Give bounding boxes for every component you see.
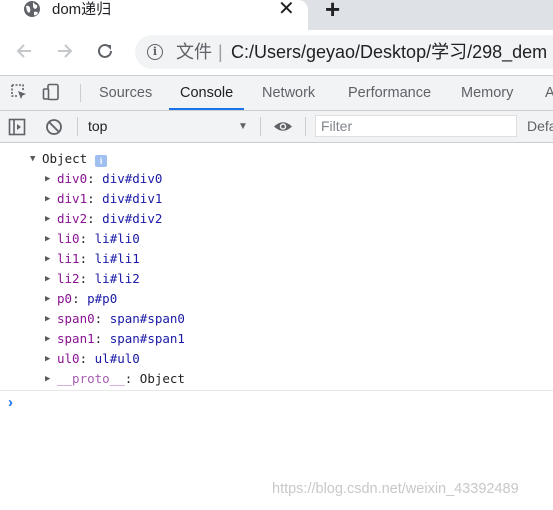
triangle-right-icon[interactable]: ▶ <box>45 229 50 249</box>
info-badge-icon[interactable]: i <box>95 155 108 167</box>
property-key: li1 <box>57 251 80 266</box>
property-value: li#li0 <box>94 231 140 246</box>
triangle-down-icon[interactable]: ▼ <box>30 149 35 169</box>
property-value: ul#ul0 <box>94 351 140 366</box>
tab-sources[interactable]: Sources <box>99 76 152 110</box>
property-row[interactable]: ▶ span1: span#span1 <box>45 329 185 349</box>
log-levels-dropdown[interactable]: Default <box>527 111 553 142</box>
tab-title: dom递归 <box>52 1 112 18</box>
info-icon[interactable]: i <box>147 44 163 60</box>
tab-performance[interactable]: Performance <box>348 76 431 110</box>
triangle-right-icon[interactable]: ▶ <box>45 369 50 389</box>
triangle-right-icon[interactable]: ▶ <box>45 209 50 229</box>
property-row[interactable]: ▶ ul0: ul#ul0 <box>45 349 140 369</box>
property-row[interactable]: ▶ div1: div#div1 <box>45 189 162 209</box>
property-key: p0 <box>57 291 73 306</box>
tab-memory[interactable]: Memory <box>461 76 513 110</box>
triangle-right-icon[interactable]: ▶ <box>45 289 50 309</box>
triangle-right-icon[interactable]: ▶ <box>45 349 50 369</box>
property-row[interactable]: ▶ div2: div#div2 <box>45 209 162 229</box>
sidebar-toggle-icon[interactable] <box>8 118 26 136</box>
chevron-down-icon[interactable]: ▼ <box>238 111 248 142</box>
inspect-element-icon[interactable] <box>10 83 28 101</box>
property-value: div#div0 <box>102 171 163 186</box>
devtools-divider <box>80 84 81 102</box>
triangle-right-icon[interactable]: ▶ <box>45 249 50 269</box>
property-value: span#span0 <box>109 311 185 326</box>
property-row[interactable]: ▶ li1: li#li1 <box>45 249 140 269</box>
browser-tab[interactable]: dom递归 ✕ <box>0 0 308 30</box>
property-key: div2 <box>57 211 88 226</box>
new-tab-button[interactable]: + <box>325 0 340 22</box>
prompt-divider <box>0 390 553 391</box>
object-header[interactable]: ▼ Object i <box>30 149 108 169</box>
proto-key: __proto__ <box>57 371 125 386</box>
property-key: div1 <box>57 191 88 206</box>
property-value: span#span1 <box>109 331 185 346</box>
proto-row[interactable]: ▶ __proto__: Object <box>45 369 185 389</box>
url-text[interactable]: C:/Users/geyao/Desktop/学习/298_dem <box>231 40 547 64</box>
object-label: Object <box>42 151 88 166</box>
property-value: div#div1 <box>102 191 163 206</box>
property-value: li#li1 <box>94 251 140 266</box>
property-key: li2 <box>57 271 80 286</box>
file-scheme-label: 文件 <box>176 42 212 62</box>
console-toolbar: top ▼ Default <box>0 111 553 143</box>
eye-icon[interactable] <box>273 120 293 133</box>
toolbar-divider <box>77 117 78 136</box>
tab-application[interactable]: A <box>545 76 553 110</box>
tab-console[interactable]: Console <box>169 76 245 110</box>
toolbar-divider <box>305 117 306 136</box>
property-key: span1 <box>57 331 95 346</box>
property-value: p#p0 <box>87 291 118 306</box>
forward-arrow-icon[interactable] <box>55 41 75 61</box>
browser-toolbar: i 文件 | C:/Users/geyao/Desktop/学习/298_dem <box>0 30 553 75</box>
omnibox-separator: | <box>218 42 223 62</box>
device-toolbar-icon[interactable] <box>42 83 60 101</box>
property-key: span0 <box>57 311 95 326</box>
property-row[interactable]: ▶ div0: div#div0 <box>45 169 162 189</box>
property-row[interactable]: ▶ li0: li#li0 <box>45 229 140 249</box>
reload-icon[interactable] <box>95 41 115 61</box>
property-key: li0 <box>57 231 80 246</box>
triangle-right-icon[interactable]: ▶ <box>45 309 50 329</box>
toolbar-divider <box>260 117 261 136</box>
proto-value: Object <box>139 371 185 386</box>
clear-console-icon[interactable] <box>45 118 63 136</box>
devtools-tab-bar: Sources Console Network Performance Memo… <box>0 75 553 111</box>
triangle-right-icon[interactable]: ▶ <box>45 269 50 289</box>
property-key: div0 <box>57 171 88 186</box>
filter-input[interactable] <box>315 115 517 137</box>
property-row[interactable]: ▶ li2: li#li2 <box>45 269 140 289</box>
context-selector[interactable]: top <box>88 111 107 142</box>
property-row[interactable]: ▶ span0: span#span0 <box>45 309 185 329</box>
property-key: ul0 <box>57 351 80 366</box>
property-value: li#li2 <box>94 271 140 286</box>
watermark: https://blog.csdn.net/weixin_43392489 <box>272 481 519 497</box>
triangle-right-icon[interactable]: ▶ <box>45 169 50 189</box>
close-tab-icon[interactable]: ✕ <box>278 0 295 20</box>
back-arrow-icon[interactable] <box>14 41 34 61</box>
tab-strip: dom递归 ✕ + <box>0 0 553 30</box>
tab-network[interactable]: Network <box>262 76 315 110</box>
console-prompt-icon[interactable]: › <box>8 394 13 412</box>
property-row[interactable]: ▶ p0: p#p0 <box>45 289 117 309</box>
triangle-right-icon[interactable]: ▶ <box>45 189 50 209</box>
globe-icon <box>24 1 40 17</box>
address-bar[interactable]: i 文件 | C:/Users/geyao/Desktop/学习/298_dem <box>135 35 553 69</box>
triangle-right-icon[interactable]: ▶ <box>45 329 50 349</box>
property-value: div#div2 <box>102 211 163 226</box>
